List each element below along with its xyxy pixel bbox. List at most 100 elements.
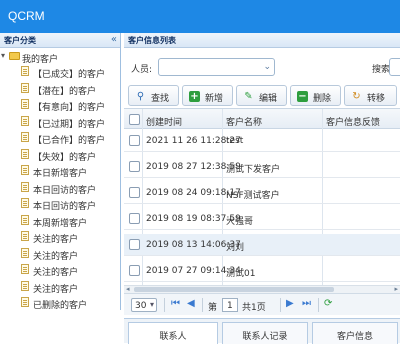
tree-item[interactable]: 已删除的客户 — [0, 295, 120, 310]
document-icon — [21, 82, 29, 93]
plus-icon: + — [189, 91, 200, 102]
tree-item-label: 本日回访的客户 — [33, 185, 97, 196]
folder-icon — [9, 52, 20, 60]
tab-label: 联系人记录 — [242, 332, 288, 342]
add-button-label: 新增 — [205, 94, 224, 104]
document-icon — [21, 297, 29, 307]
delete-button-label: 删除 — [313, 94, 332, 104]
scroll-right-icon[interactable]: ▸ — [394, 285, 398, 293]
tree-item[interactable]: 【已过期】的客户 — [0, 114, 120, 131]
table-row[interactable]: 2019 08 27 12:38:59 测试下发客户 — [124, 156, 400, 178]
main-panel-title: 客户信息列表 — [128, 36, 176, 45]
last-page-icon[interactable]: ⏭ — [302, 298, 311, 309]
tree-item[interactable]: 关注的客户 — [0, 262, 120, 279]
chevron-down-icon: ⌄ — [263, 62, 271, 72]
column-header-name[interactable]: 客户名称 — [226, 115, 262, 128]
tree-item-label: 本日新增客户 — [33, 169, 88, 179]
main-panel: 客户信息列表 人员: ⌄ 搜索: ⚲ 查找 + 新增 ✎ 编辑 − 删除 ↻ 转… — [124, 33, 400, 344]
document-icon — [21, 280, 29, 291]
table-row[interactable]: 2019 08 19 08:37:59 大强哥 — [124, 208, 400, 230]
scroll-left-icon[interactable]: ◂ — [126, 285, 130, 293]
pagination-bar: 30 ▾ ⏮ ◀ 第 1 共1页 ▶ ⏭ ⟳ — [124, 293, 400, 315]
main-panel-header: 客户信息列表 — [124, 33, 400, 48]
document-icon — [21, 115, 29, 126]
top-bar: QCRM — [0, 0, 400, 33]
search-icon: ⚲ — [136, 91, 145, 102]
find-button[interactable]: ⚲ 查找 — [128, 85, 179, 106]
owner-select[interactable]: ⌄ — [158, 58, 275, 76]
prev-page-icon[interactable]: ◀ — [187, 298, 195, 309]
document-icon — [21, 181, 29, 192]
tab-customer-info[interactable]: 客户信息 — [312, 322, 398, 344]
column-header-created[interactable]: 创建时间 — [146, 115, 182, 128]
delete-button[interactable]: − 删除 — [290, 85, 341, 106]
tree-item-label: 【潜在】的客户 — [33, 86, 97, 97]
tree-item[interactable]: 【有意向】的客户 — [0, 97, 120, 114]
transfer-icon: ↻ — [352, 91, 361, 102]
tree-item[interactable]: 【已成交】的客户 — [0, 64, 120, 81]
cell-name: 刘刘 — [226, 243, 245, 253]
horizontal-scrollbar[interactable]: ◂ ▸ — [124, 285, 400, 293]
total-pages-label: 共1页 — [242, 303, 266, 313]
app-title: QCRM — [8, 9, 45, 23]
tree-item[interactable]: 【失效】的客户 — [0, 147, 120, 164]
page-label: 第 — [208, 303, 218, 313]
tree-root-my-customers[interactable]: ▾ 我的客户 — [0, 50, 120, 66]
collapse-icon[interactable]: « — [111, 34, 117, 45]
edit-button-label: 编辑 — [259, 94, 278, 104]
search-input[interactable] — [389, 58, 400, 76]
row-checkbox[interactable] — [129, 135, 140, 146]
row-checkbox[interactable] — [129, 187, 140, 198]
table-row[interactable]: 2021 11 26 11:28:27 test — [124, 130, 400, 152]
transfer-button-label: 转移 — [367, 94, 386, 104]
document-icon — [21, 66, 29, 76]
tree-item[interactable]: 关注的客户 — [0, 246, 120, 263]
tree-item-label: 本日回访的客户 — [33, 202, 97, 212]
tree-item-label: 关注的客户 — [33, 284, 79, 295]
tree-item[interactable]: 关注的客户 — [0, 229, 120, 246]
cell-name: 测试01 — [226, 269, 256, 279]
document-icon — [21, 198, 29, 208]
tree-item[interactable]: 【潜在】的客户 — [0, 81, 120, 98]
tab-contact-records[interactable]: 联系人记录 — [222, 322, 308, 344]
row-checkbox[interactable] — [129, 161, 140, 172]
tree-item[interactable]: 本日回访的客户 — [0, 180, 120, 197]
first-page-icon[interactable]: ⏮ — [171, 298, 180, 309]
row-checkbox[interactable] — [129, 239, 140, 250]
row-checkbox[interactable] — [129, 213, 140, 224]
pencil-icon: ✎ — [244, 91, 253, 102]
document-icon — [21, 264, 29, 274]
cell-name: NSF测试客户 — [226, 191, 280, 201]
edit-button[interactable]: ✎ 编辑 — [236, 85, 287, 106]
select-all-checkbox[interactable] — [129, 114, 140, 125]
tree-item[interactable]: 本日回访的客户 — [0, 196, 120, 213]
tree-item[interactable]: 关注的客户 — [0, 279, 120, 296]
table-row[interactable]: 2019 08 24 09:18:17 NSF测试客户 — [124, 182, 400, 204]
next-page-icon[interactable]: ▶ — [286, 298, 294, 309]
add-button[interactable]: + 新增 — [182, 85, 233, 106]
tree-item[interactable]: 【已合作】的客户 — [0, 130, 120, 147]
category-tree: ▾ 我的客户 【已成交】的客户 【潜在】的客户 【有意向】的客户 【已过期】的客… — [0, 50, 120, 311]
tree-item[interactable]: 本周新增客户 — [0, 213, 120, 230]
tree-item-label: 关注的客户 — [33, 235, 79, 245]
table-row-selected[interactable]: 2019 08 13 14:06:37 刘刘 — [124, 234, 400, 256]
table-row[interactable]: 2019 07 27 09:14:34 测试01 — [124, 260, 400, 282]
document-icon — [21, 99, 29, 109]
tree-item[interactable]: 本日新增客户 — [0, 163, 120, 180]
grid-header: 创建时间 客户名称 客户信息反馈 — [124, 109, 400, 129]
refresh-icon[interactable]: ⟳ — [324, 298, 332, 309]
chevron-down-icon: ▾ — [149, 300, 154, 309]
column-header-feedback[interactable]: 客户信息反馈 — [326, 115, 380, 128]
document-icon — [21, 214, 29, 225]
document-icon — [21, 148, 29, 159]
find-button-label: 查找 — [151, 94, 170, 104]
filter-row: 人员: ⌄ 搜索: — [124, 53, 400, 79]
transfer-button[interactable]: ↻ 转移 — [344, 85, 397, 106]
cell-name: 大强哥 — [226, 217, 254, 227]
tab-contacts[interactable]: 联系人 — [128, 322, 218, 344]
row-checkbox[interactable] — [129, 265, 140, 276]
tree-expand-icon[interactable]: ▾ — [1, 52, 8, 60]
minus-icon: − — [297, 91, 308, 102]
scrollbar-thumb[interactable] — [134, 287, 334, 292]
tree-item-label: 【失效】的客户 — [33, 152, 97, 163]
